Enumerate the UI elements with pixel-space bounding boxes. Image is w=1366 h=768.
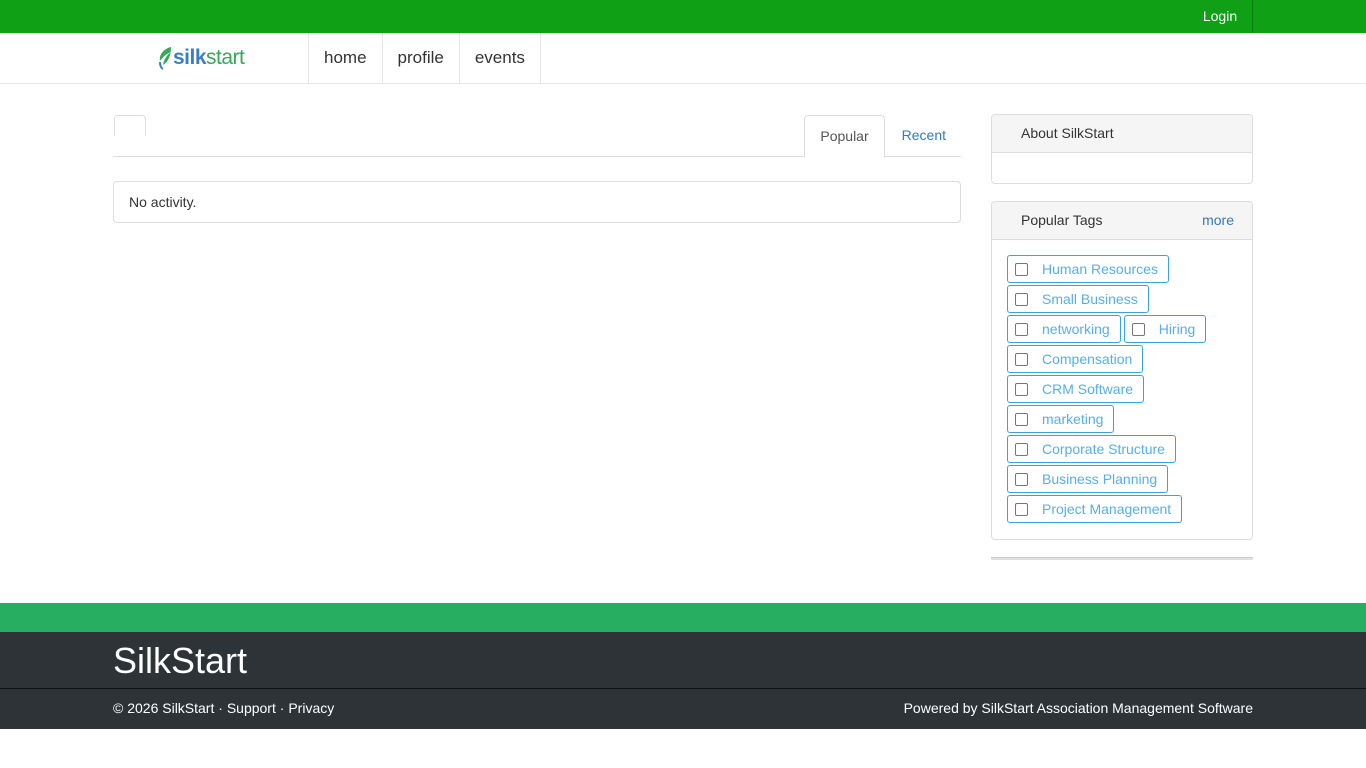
tag-row: marketing	[1007, 405, 1237, 433]
main-navbar: silkstart home profile events	[0, 33, 1366, 84]
tag-checkbox[interactable]	[1015, 412, 1028, 426]
tag-chip[interactable]: Project Management	[1007, 495, 1183, 523]
empty-activity-message: No activity.	[113, 181, 961, 223]
tag-chip[interactable]: CRM Software	[1007, 375, 1145, 403]
tag-row: Compensation	[1007, 345, 1237, 373]
tag-chip[interactable]: networking	[1007, 315, 1121, 343]
tag-row: networking Hiring	[1007, 315, 1237, 343]
tag-label: Hiring	[1158, 321, 1196, 337]
tag-label: Business Planning	[1042, 471, 1158, 487]
feed-tabs: Popular Recent	[804, 115, 961, 158]
nav-item-home[interactable]: home	[308, 33, 382, 83]
footer-divider	[0, 688, 1366, 689]
nav-item-events[interactable]: events	[458, 33, 541, 83]
logo-wordmark: silkstart	[173, 45, 245, 71]
sidebar-divider	[991, 557, 1253, 560]
tag-chip[interactable]: Hiring	[1123, 315, 1207, 343]
tag-label: Human Resources	[1042, 261, 1158, 277]
silkstart-logo[interactable]: silkstart	[157, 45, 247, 71]
tag-row: Business Planning	[1007, 465, 1237, 493]
popular-tags-title: Popular Tags	[1021, 212, 1103, 228]
tag-label: Corporate Structure	[1042, 441, 1165, 457]
about-panel-body	[992, 153, 1252, 183]
tab-recent[interactable]: Recent	[887, 115, 961, 157]
tag-checkbox[interactable]	[1015, 262, 1028, 276]
tag-checkbox[interactable]	[1015, 352, 1028, 366]
feed-tab-bar: Popular Recent	[113, 114, 961, 158]
tag-row: Project Management	[1007, 495, 1237, 523]
nav-item-profile[interactable]: profile	[381, 33, 459, 83]
logo-start: start	[206, 46, 245, 69]
more-tags-link[interactable]: more	[1202, 202, 1234, 238]
tag-chip[interactable]: Compensation	[1007, 345, 1144, 373]
about-panel: About SilkStart	[991, 114, 1253, 184]
feed-filter-box[interactable]	[114, 115, 146, 136]
tag-row: Small Business	[1007, 285, 1237, 313]
tag-row: Human Resources	[1007, 255, 1237, 283]
tag-list: Human Resources Small Business networkin…	[992, 240, 1252, 539]
tag-label: networking	[1042, 321, 1110, 337]
about-panel-heading: About SilkStart	[992, 115, 1252, 153]
footer-title: SilkStart	[113, 640, 248, 681]
about-panel-title: About SilkStart	[1021, 125, 1114, 141]
top-utility-bar: Login	[0, 0, 1366, 33]
privacy-link[interactable]: Privacy	[288, 700, 334, 716]
site-footer: SilkStart © 2026 SilkStart · Support · P…	[0, 632, 1366, 729]
tag-label: Compensation	[1042, 351, 1133, 367]
tag-chip[interactable]: Corporate Structure	[1007, 435, 1176, 463]
footer-separator: ·	[275, 700, 289, 716]
popular-tags-heading: Popular Tags more	[992, 202, 1252, 240]
tag-chip[interactable]: Small Business	[1007, 285, 1149, 313]
activity-feed: Popular Recent No activity.	[113, 114, 961, 223]
popular-tags-panel: Popular Tags more Human Resources Small …	[991, 201, 1253, 540]
tag-label: Project Management	[1042, 501, 1172, 517]
support-link[interactable]: Support	[227, 700, 276, 716]
tag-checkbox[interactable]	[1015, 502, 1028, 516]
tag-checkbox[interactable]	[1015, 442, 1028, 456]
logo-silk: silk	[173, 46, 207, 69]
tag-chip[interactable]: Human Resources	[1007, 255, 1169, 283]
copyright-text: © 2026 SilkStart	[113, 700, 215, 716]
tag-checkbox[interactable]	[1015, 292, 1028, 306]
sidebar: About SilkStart Popular Tags more Human …	[991, 114, 1253, 560]
tag-checkbox[interactable]	[1015, 472, 1028, 486]
tag-chip[interactable]: Business Planning	[1007, 465, 1169, 493]
leaf-logo-icon	[159, 47, 171, 70]
tag-row: CRM Software	[1007, 375, 1237, 403]
tag-label: CRM Software	[1042, 381, 1134, 397]
login-link[interactable]: Login	[1188, 0, 1253, 33]
tag-label: Small Business	[1042, 291, 1138, 307]
tag-checkbox[interactable]	[1015, 322, 1028, 336]
tag-chip[interactable]: marketing	[1007, 405, 1115, 433]
tag-checkbox[interactable]	[1015, 382, 1028, 396]
footer-accent-band	[0, 603, 1366, 632]
tag-label: marketing	[1042, 411, 1104, 427]
nav-menu: home profile events	[308, 33, 541, 83]
tag-row: Corporate Structure	[1007, 435, 1237, 463]
footer-links: © 2026 SilkStart · Support · Privacy	[113, 699, 334, 717]
tag-checkbox[interactable]	[1131, 322, 1145, 336]
tab-popular[interactable]: Popular	[804, 115, 885, 158]
powered-by-text: Powered by SilkStart Association Managem…	[903, 700, 1253, 716]
footer-separator: ·	[214, 700, 227, 716]
